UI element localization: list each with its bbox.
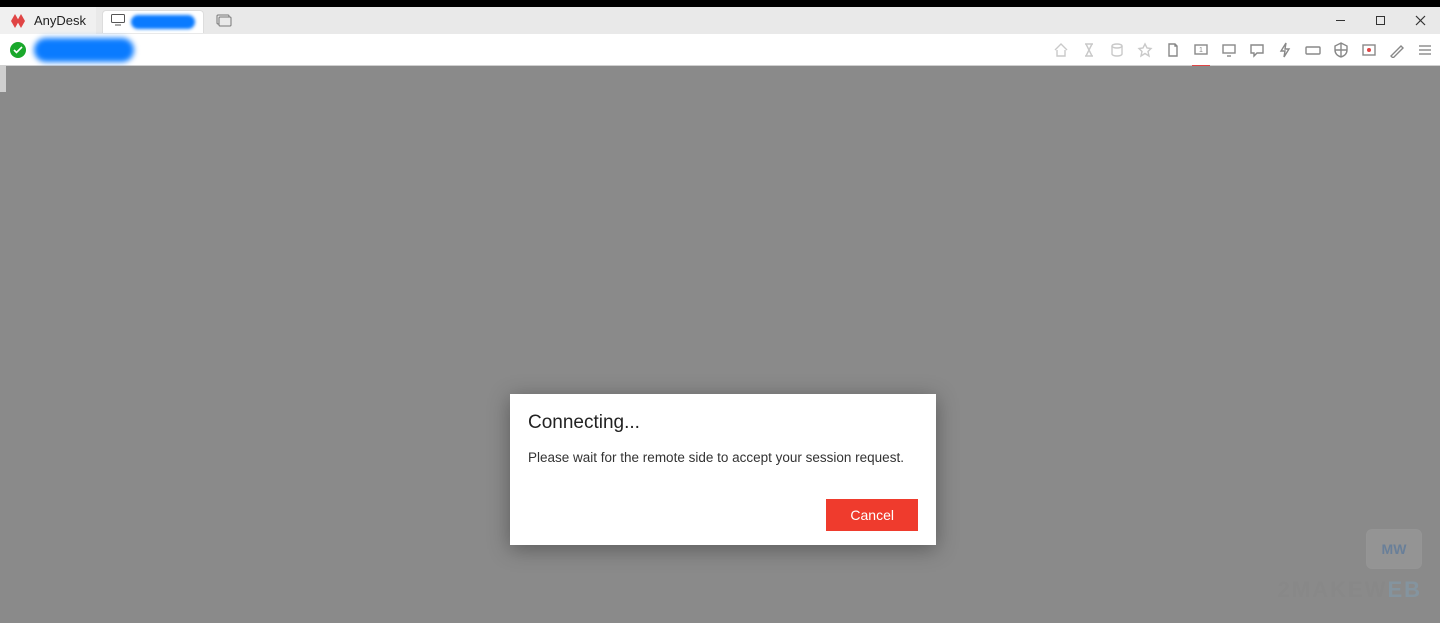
window-top-border — [0, 0, 1440, 7]
session-tab[interactable] — [102, 10, 204, 33]
minimize-button[interactable] — [1320, 7, 1360, 34]
disk-icon[interactable] — [1108, 41, 1126, 59]
anydesk-logo-icon — [10, 12, 28, 30]
chat-icon[interactable] — [1248, 41, 1266, 59]
watermark-badge: MW — [1366, 529, 1422, 569]
titlebar: AnyDesk — [0, 7, 1440, 34]
dialog-title: Connecting... — [528, 412, 918, 434]
maximize-button[interactable] — [1360, 7, 1400, 34]
home-icon[interactable] — [1052, 41, 1070, 59]
display-icon[interactable] — [1220, 41, 1238, 59]
status-check-icon — [10, 42, 26, 58]
record-icon[interactable] — [1360, 41, 1378, 59]
remote-viewport: Connecting... Please wait for the remote… — [0, 66, 1440, 623]
monitor-icon — [111, 13, 125, 31]
remote-address-redacted — [34, 38, 134, 62]
file-icon[interactable] — [1164, 41, 1182, 59]
toolbar-actions: 1 — [1052, 34, 1434, 66]
app-title: AnyDesk — [34, 13, 86, 28]
toolbar: 1 — [0, 34, 1440, 66]
close-button[interactable] — [1400, 7, 1440, 34]
hourglass-icon[interactable] — [1080, 41, 1098, 59]
permissions-icon[interactable] — [1332, 41, 1350, 59]
session-id-redacted — [131, 15, 195, 29]
new-tab-button[interactable] — [214, 11, 234, 31]
hamburger-menu-icon[interactable] — [1416, 41, 1434, 59]
star-icon[interactable] — [1136, 41, 1154, 59]
keyboard-icon[interactable] — [1304, 41, 1322, 59]
svg-text:1: 1 — [1199, 47, 1203, 54]
whiteboard-icon[interactable] — [1388, 41, 1406, 59]
screen1-icon[interactable]: 1 — [1192, 41, 1210, 59]
lightning-icon[interactable] — [1276, 41, 1294, 59]
cancel-button[interactable]: Cancel — [826, 499, 918, 531]
connecting-dialog: Connecting... Please wait for the remote… — [510, 394, 936, 545]
window-controls — [1320, 7, 1440, 34]
dialog-message: Please wait for the remote side to accep… — [528, 450, 918, 465]
scroll-handle[interactable] — [0, 66, 6, 92]
main-tab[interactable]: AnyDesk — [0, 7, 96, 34]
watermark: MW 2MAKEWEB — [1278, 529, 1422, 603]
